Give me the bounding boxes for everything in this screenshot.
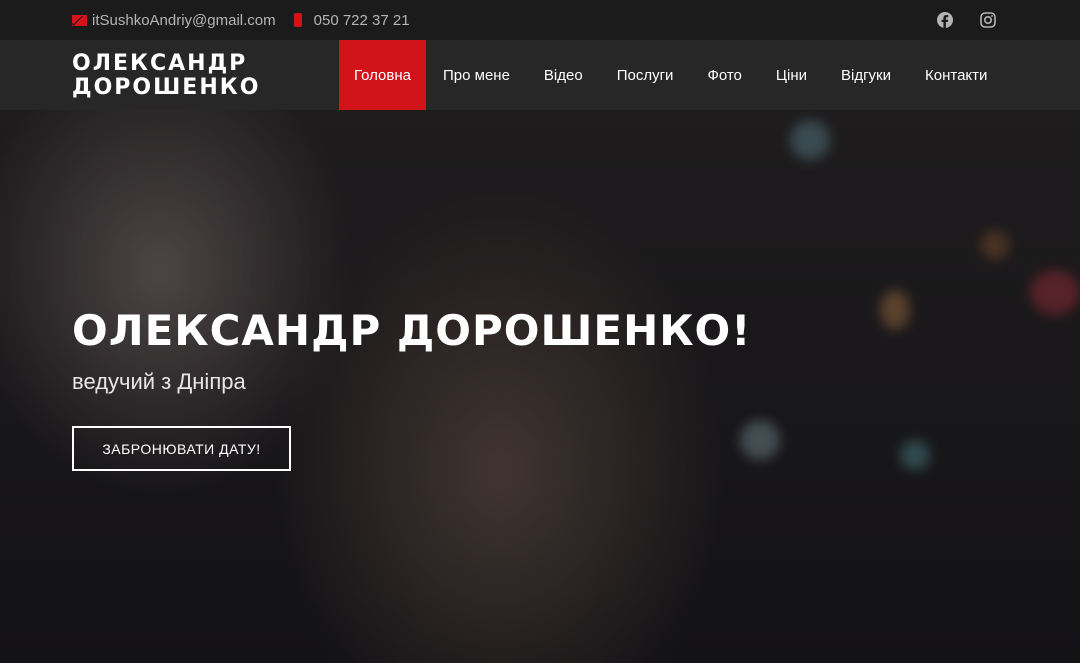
instagram-icon[interactable] bbox=[980, 12, 996, 28]
hero-title: ОЛЕКСАНДР ДОРОШЕНКО! bbox=[72, 306, 752, 355]
hero-section: ОЛЕКСАНДР ДОРОШЕНКО! ведучий з Дніпра ЗА… bbox=[0, 110, 1080, 663]
nav-item-reviews[interactable]: Відгуки bbox=[824, 40, 908, 110]
phone-link[interactable]: 050 722 37 21 bbox=[293, 12, 410, 29]
hero-subtitle: ведучий з Дніпра bbox=[72, 369, 246, 394]
phone-icon bbox=[293, 13, 302, 27]
book-date-button[interactable]: ЗАБРОНЮВАТИ ДАТУ! bbox=[72, 426, 291, 471]
email-link[interactable]: itSushkoAndriy@gmail.com bbox=[72, 12, 276, 29]
facebook-icon[interactable] bbox=[937, 12, 953, 28]
email-text[interactable]: itSushkoAndriy@gmail.com bbox=[92, 12, 276, 29]
social-links bbox=[910, 0, 996, 40]
main-header: ОЛЕКСАНДР ДОРОШЕНКО Головна Про мене Від… bbox=[0, 40, 1080, 110]
nav-item-services[interactable]: Послуги bbox=[600, 40, 691, 110]
nav-item-home[interactable]: Головна bbox=[339, 40, 426, 110]
mail-icon bbox=[72, 14, 87, 26]
nav-item-photo[interactable]: Фото bbox=[690, 40, 758, 110]
nav-item-video[interactable]: Відео bbox=[527, 40, 600, 110]
nav-item-contacts[interactable]: Контакти bbox=[908, 40, 1004, 110]
logo-line-1: ОЛЕКСАНДР bbox=[72, 51, 248, 76]
site-logo[interactable]: ОЛЕКСАНДР ДОРОШЕНКО bbox=[72, 52, 260, 100]
main-nav: Головна Про мене Відео Послуги Фото Ціни… bbox=[339, 40, 1004, 110]
nav-item-about[interactable]: Про мене bbox=[426, 40, 527, 110]
contact-info: itSushkoAndriy@gmail.com 050 722 37 21 bbox=[72, 12, 428, 29]
top-bar: itSushkoAndriy@gmail.com 050 722 37 21 bbox=[0, 0, 1080, 40]
nav-item-prices[interactable]: Ціни bbox=[759, 40, 824, 110]
phone-text[interactable]: 050 722 37 21 bbox=[314, 12, 410, 29]
logo-line-2: ДОРОШЕНКО bbox=[72, 75, 261, 100]
